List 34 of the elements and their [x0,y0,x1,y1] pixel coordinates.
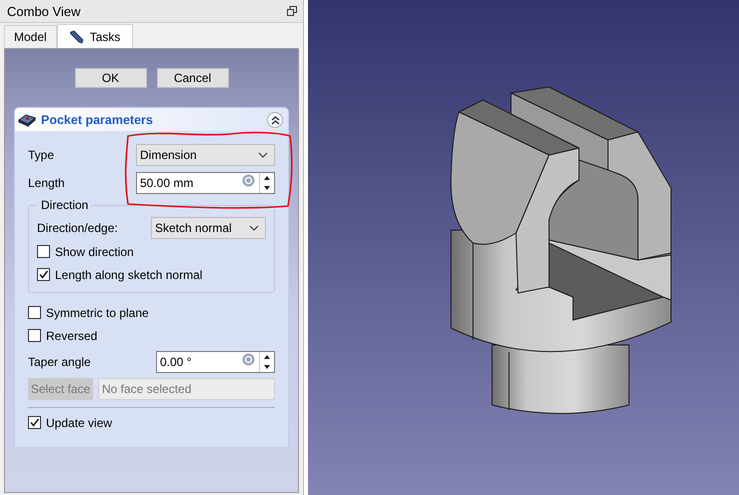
direction-dropdown[interactable]: Sketch normal [151,217,266,239]
checkbox[interactable] [28,306,41,319]
checkbox-label: Update view [46,416,112,430]
checkbox[interactable] [28,329,41,342]
checkbox-label: Symmetric to plane [46,306,149,320]
tab[interactable]: Tasks [56,24,134,48]
checkbox-label: Show direction [55,244,134,258]
caret-icon [258,152,268,158]
checkbox-label: Length along sketch normal [55,268,202,282]
float-icon[interactable] [287,6,297,16]
field-label: Type [28,148,56,162]
3d-viewport[interactable] [308,0,739,495]
pencil-icon [70,30,85,44]
double-chevron-icon [270,114,280,124]
length-field[interactable]: 50.00 mm [136,172,275,194]
pocket-icon [18,112,36,126]
checkbox[interactable] [28,416,41,429]
checkbox[interactable] [37,245,50,258]
field-label: Taper angle [28,355,92,369]
type-dropdown[interactable]: Dimension [136,144,275,166]
caret-icon [249,225,259,231]
dialog-button[interactable]: OK [74,68,146,88]
checkbox[interactable] [37,268,50,281]
part-model-drawing[interactable] [450,86,672,414]
tab[interactable]: Model [4,25,57,48]
collapse-button[interactable] [267,112,283,128]
checkbox-label: Reversed [46,328,98,342]
window-title: Combo View [7,4,80,18]
panel-title: Pocket parameters [41,112,154,126]
dialog-button[interactable]: Cancel [156,68,228,88]
taper-field[interactable]: 0.00 ° [156,351,275,373]
field-label: Direction/edge: [37,221,119,235]
field-label: Length [28,176,66,190]
group-title: Direction [37,198,92,212]
